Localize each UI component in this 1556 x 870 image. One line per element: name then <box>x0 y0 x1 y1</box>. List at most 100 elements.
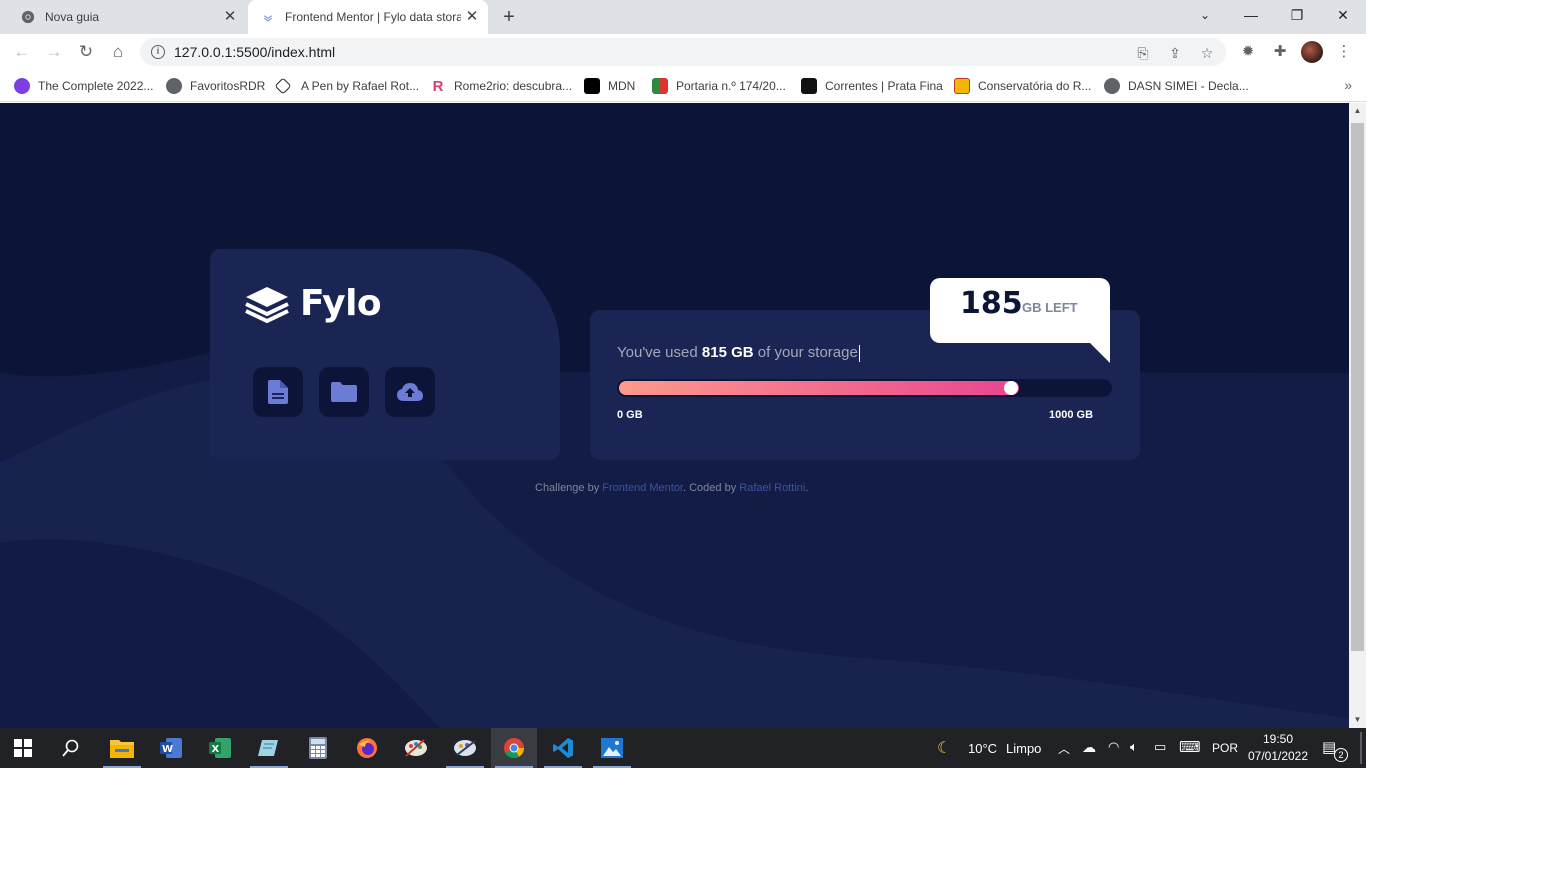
weather-moon-icon[interactable]: ☾ <box>937 738 951 758</box>
globe-icon <box>1104 78 1120 94</box>
prata-fina-icon <box>801 78 817 94</box>
tab-title: Frontend Mentor | Fylo data storage comp… <box>285 10 461 24</box>
volume-icon[interactable]: 🔈︎ <box>1130 739 1138 755</box>
folder-button[interactable] <box>319 367 369 417</box>
extensions-puzzle-icon[interactable]: ✚ <box>1270 42 1290 62</box>
excel-icon[interactable]: X <box>197 728 243 768</box>
document-button[interactable] <box>253 367 303 417</box>
folder-icon <box>331 382 357 402</box>
mdn-icon <box>584 78 600 94</box>
address-bar[interactable]: i 127.0.0.1:5500/index.html ⎘ ⇪ ☆ <box>140 38 1226 66</box>
bookmark-item[interactable]: The Complete 2022... <box>14 77 153 95</box>
storage-left-badge: 185 GB LEFT <box>930 278 1110 363</box>
scrollbar-thumb[interactable] <box>1351 123 1364 651</box>
scroll-up-icon[interactable]: ▲ <box>1349 103 1366 119</box>
bookmark-star-icon[interactable]: ☆ <box>1198 44 1216 62</box>
tab-search-icon[interactable]: ⌄ <box>1182 0 1228 30</box>
home-icon[interactable]: ⌂ <box>106 40 130 64</box>
storage-min-label: 0 GB <box>617 409 643 421</box>
start-windows-icon[interactable] <box>0 728 46 768</box>
progress-knob[interactable] <box>1004 381 1019 395</box>
new-tab-button[interactable]: + <box>498 6 520 28</box>
bookmark-favicon-icon <box>14 78 30 94</box>
svg-text:X: X <box>212 744 220 755</box>
word-icon[interactable]: W <box>148 728 194 768</box>
bookmark-item[interactable]: DASN SIMEI - Decla... <box>1104 77 1249 95</box>
search-icon[interactable] <box>48 728 94 768</box>
forward-icon[interactable]: → <box>42 40 66 64</box>
back-icon[interactable]: ← <box>10 40 34 64</box>
profile-avatar[interactable] <box>1301 41 1323 63</box>
windows-taskbar: W X ☾ 10°C Limpo ︿ ☁ ◠ 🔈︎ ▭ ⌨ POR 19:50 … <box>0 728 1366 768</box>
share-icon[interactable]: ⇪ <box>1166 44 1184 62</box>
wifi-icon[interactable]: ◠ <box>1108 739 1119 755</box>
photos-icon[interactable] <box>589 728 635 768</box>
battery-icon[interactable]: ▭ <box>1154 739 1166 755</box>
tab-nova-guia[interactable]: Nova guia ✕ <box>8 0 246 34</box>
vscode-icon[interactable] <box>540 728 586 768</box>
weather-text[interactable]: Limpo <box>1006 741 1041 756</box>
bookmark-item[interactable]: Correntes | Prata Fina <box>801 77 943 95</box>
bookmark-item[interactable]: R Rome2rio: descubra... <box>430 77 572 95</box>
minimize-button[interactable]: — <box>1228 0 1274 30</box>
bookmark-item[interactable]: Conservatória do R... <box>954 77 1091 95</box>
portugal-flag-icon <box>652 78 668 94</box>
notification-count-badge: 2 <box>1334 748 1348 762</box>
chrome-icon <box>20 9 36 25</box>
onedrive-cloud-icon[interactable]: ☁ <box>1082 739 1096 756</box>
restore-button[interactable]: ❐ <box>1274 0 1320 30</box>
logo-text: Fylo <box>300 283 382 324</box>
close-tab-icon[interactable]: ✕ <box>222 9 238 25</box>
author-link[interactable]: Rafael Rottini <box>739 482 805 494</box>
file-explorer-icon[interactable] <box>99 728 145 768</box>
text-caret <box>858 344 860 362</box>
bookmark-item[interactable]: A Pen by Rafael Rot... <box>274 77 419 95</box>
translate-icon[interactable]: ⎘ <box>1134 44 1152 62</box>
calculator-icon[interactable] <box>295 728 341 768</box>
bookmark-item[interactable]: FavoritosRDR <box>166 77 265 95</box>
storage-max-label: 1000 GB <box>1049 409 1094 421</box>
chrome-taskbar-icon[interactable] <box>491 728 537 768</box>
scroll-down-icon[interactable]: ▼ <box>1349 712 1366 728</box>
tab-title: Nova guia <box>45 10 100 24</box>
keyboard-icon[interactable]: ⌨ <box>1179 738 1201 756</box>
bookmarks-overflow-icon[interactable]: » <box>1344 77 1352 93</box>
browser-tab-bar: Nova guia ✕ Frontend Mentor | Fylo data … <box>0 0 1366 34</box>
site-info-icon[interactable]: i <box>151 45 165 59</box>
close-tab-icon[interactable]: ✕ <box>464 9 480 25</box>
globe-icon <box>166 78 182 94</box>
bookmarks-bar: The Complete 2022... FavoritosRDR A Pen … <box>0 70 1366 102</box>
extension-bug-icon[interactable]: ✹ <box>1238 42 1258 62</box>
url-text[interactable]: 127.0.0.1:5500/index.html <box>174 44 335 60</box>
weather-temp[interactable]: 10°C <box>968 741 997 756</box>
paint3d-icon[interactable] <box>442 728 488 768</box>
fylo-card: Fylo <box>210 249 560 460</box>
paint-icon[interactable] <box>393 728 439 768</box>
upload-button[interactable] <box>385 367 435 417</box>
bookmark-item[interactable]: Portaria n.º 174/20... <box>652 77 786 95</box>
clock-time[interactable]: 19:50 <box>1247 732 1309 746</box>
notepad-icon[interactable] <box>246 728 292 768</box>
language-indicator[interactable]: POR <box>1212 741 1238 755</box>
bookmark-item[interactable]: MDN <box>584 77 635 95</box>
show-desktop-button[interactable] <box>1360 732 1362 764</box>
fylo-favicon-icon <box>260 9 276 25</box>
svg-text:W: W <box>162 744 173 755</box>
fylo-logo: Fylo <box>244 283 382 324</box>
tab-fylo[interactable]: Frontend Mentor | Fylo data storage comp… <box>248 0 488 34</box>
codepen-icon <box>274 77 292 95</box>
frontend-mentor-link[interactable]: Frontend Mentor <box>602 482 683 494</box>
storage-left-value: 185 <box>960 286 1023 321</box>
reload-icon[interactable]: ↻ <box>74 40 98 64</box>
attribution: Challenge by Frontend Mentor. Coded by R… <box>535 482 809 494</box>
close-window-button[interactable]: ✕ <box>1320 0 1366 30</box>
show-hidden-icons[interactable]: ︿ <box>1058 740 1070 757</box>
menu-kebab-icon[interactable]: ⋮ <box>1334 42 1354 62</box>
conservatoria-shield-icon <box>954 78 970 94</box>
firefox-icon[interactable] <box>344 728 390 768</box>
cloud-upload-icon <box>397 383 423 401</box>
clock-date[interactable]: 07/01/2022 <box>1247 749 1309 763</box>
storage-progress-bar <box>617 379 1112 397</box>
page-scrollbar[interactable]: ▲ ▼ <box>1349 103 1366 728</box>
document-icon <box>268 380 288 404</box>
